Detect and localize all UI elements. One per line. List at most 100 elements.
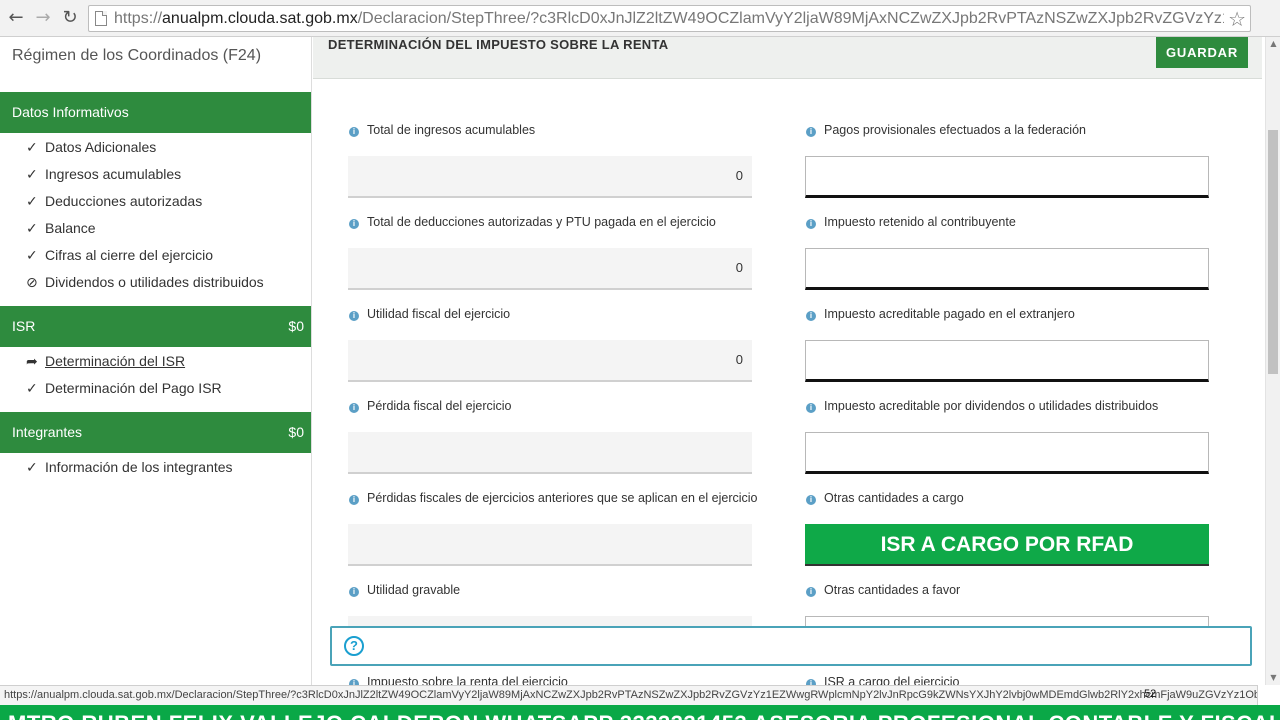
section-label: Datos Informativos <box>12 104 129 120</box>
bookmark-star-icon[interactable]: ☆ <box>1228 7 1246 31</box>
pagos-provisionales-input[interactable] <box>805 156 1209 198</box>
field-label-text: Pérdidas fiscales de ejercicios anterior… <box>367 491 758 505</box>
page-title: DETERMINACIÓN DEL IMPUESTO SOBRE LA RENT… <box>328 37 669 52</box>
field-label-text: Utilidad fiscal del ejercicio <box>367 307 511 321</box>
perdidas-anteriores-field <box>348 524 752 566</box>
impuesto-extranjero-input[interactable] <box>805 340 1209 382</box>
info-icon[interactable]: i <box>806 587 816 597</box>
info-icon[interactable]: i <box>349 495 359 505</box>
field-label: i Utilidad fiscal del ejercicio <box>349 307 510 321</box>
back-arrow-icon[interactable]: ← <box>6 8 26 28</box>
info-icon[interactable]: i <box>349 403 359 413</box>
sidebar-item-label: Balance <box>45 220 96 236</box>
field-label-text: Pérdida fiscal del ejercicio <box>367 399 512 413</box>
sidebar-item-determinacion-isr[interactable]: ➦ Determinación del ISR <box>26 351 185 371</box>
browser-toolbar: ← → ↻ https://anualpm.clouda.sat.gob.mx/… <box>0 0 1280 37</box>
reload-icon[interactable]: ↻ <box>60 8 80 28</box>
isr-a-cargo-banner: ISR A CARGO POR RFAD <box>805 524 1209 566</box>
share-arrow-icon: ➦ <box>26 354 38 370</box>
sidebar-item-determinacion-pago-isr[interactable]: ✓ Determinación del Pago ISR <box>26 378 222 398</box>
check-circle-icon: ✓ <box>26 167 38 183</box>
section-header: DETERMINACIÓN DEL IMPUESTO SOBRE LA RENT… <box>313 37 1262 79</box>
section-amount: $0 <box>288 318 304 334</box>
sidebar-title: Régimen de los Coordinados (F24) <box>12 47 262 64</box>
field-label-text: Otras cantidades a cargo <box>824 491 964 505</box>
field-label: i Impuesto retenido al contribuyente <box>806 215 1016 229</box>
scroll-thumb[interactable] <box>1268 130 1278 374</box>
perdida-fiscal-field <box>348 432 752 474</box>
sidebar-item-label: Información de los integrantes <box>45 459 233 475</box>
field-label-text: Impuesto acreditable pagado en el extran… <box>824 307 1075 321</box>
utilidad-fiscal-field: 0 <box>348 340 752 382</box>
url-prefix: https:// <box>114 10 163 27</box>
sidebar-section-datos-informativos[interactable]: Datos Informativos <box>0 92 311 133</box>
info-icon[interactable]: i <box>806 495 816 505</box>
sidebar-item-label: Determinación del ISR <box>45 353 186 369</box>
field-label-text: Total de deducciones autorizadas y PTU p… <box>367 215 716 229</box>
prohibited-icon: ⊘ <box>26 275 38 291</box>
impuesto-dividendos-input[interactable] <box>805 432 1209 474</box>
impuesto-retenido-input[interactable] <box>805 248 1209 290</box>
sidebar-item-deducciones-autorizadas[interactable]: ✓ Deducciones autorizadas <box>26 191 202 211</box>
sidebar-item-informacion-integrantes[interactable]: ✓ Información de los integrantes <box>26 457 233 477</box>
sidebar-item-label: Datos Adicionales <box>45 139 157 155</box>
info-icon[interactable]: i <box>349 311 359 321</box>
main-content: DETERMINACIÓN DEL IMPUESTO SOBRE LA RENT… <box>313 37 1265 685</box>
sidebar-item-ingresos-acumulables[interactable]: ✓ Ingresos acumulables <box>26 164 181 184</box>
url-host: anualpm.clouda.sat.gob.mx <box>162 10 358 27</box>
info-icon[interactable]: i <box>806 403 816 413</box>
check-circle-icon: ✓ <box>26 194 38 210</box>
info-icon[interactable]: i <box>349 587 359 597</box>
help-icon[interactable]: ? <box>344 636 364 656</box>
field-label-text: Impuesto acreditable por dividendos o ut… <box>824 399 1159 413</box>
field-label: i Pérdidas fiscales de ejercicios anterio… <box>349 491 758 505</box>
info-icon[interactable]: i <box>349 127 359 137</box>
address-bar[interactable]: https://anualpm.clouda.sat.gob.mx/Declar… <box>88 5 1251 32</box>
total-ingresos-field: 0 <box>348 156 752 198</box>
section-label: ISR <box>12 318 36 334</box>
total-deducciones-field: 0 <box>348 248 752 290</box>
section-amount: $0 <box>288 424 304 440</box>
field-label-text: Utilidad gravable <box>367 583 461 597</box>
sidebar-item-balance[interactable]: ✓ Balance <box>26 218 96 238</box>
sidebar: Régimen de los Coordinados (F24) Datos I… <box>0 37 312 685</box>
info-icon[interactable]: i <box>806 311 816 321</box>
check-circle-icon: ✓ <box>26 140 38 156</box>
sidebar-item-label: Dividendos o utilidades distribuidos <box>45 274 264 290</box>
info-icon[interactable]: i <box>806 219 816 229</box>
check-circle-icon: ✓ <box>26 460 38 476</box>
watermark-text: MTRO RUBEN FELIX VALLEJO CALDERON WHATSA… <box>8 711 1280 720</box>
field-label: i Pérdida fiscal del ejercicio <box>349 399 512 413</box>
url-path: /Declaracion/StepThree/?c3RlcD0xJnJlZ2lt… <box>357 10 1224 27</box>
scroll-up-icon[interactable]: ▲ <box>1266 37 1280 51</box>
sidebar-section-isr[interactable]: ISR $0 <box>0 306 311 347</box>
field-label: i Otras cantidades a cargo <box>806 491 964 505</box>
section-label: Integrantes <box>12 424 83 440</box>
forward-arrow-icon[interactable]: → <box>33 8 53 28</box>
field-label-text: Pagos provisionales efectuados a la fede… <box>824 123 1086 137</box>
page-icon <box>95 11 107 26</box>
field-label-text: Impuesto retenido al contribuyente <box>824 215 1016 229</box>
scroll-down-icon[interactable]: ▼ <box>1266 671 1280 685</box>
check-circle-icon: ✓ <box>26 381 38 397</box>
field-label: i Total de ingresos acumulables <box>349 123 535 137</box>
field-label-text: ISR a cargo del ejercicio <box>824 675 960 685</box>
field-label: i Total de deducciones autorizadas y PTU … <box>349 215 716 229</box>
info-icon[interactable]: i <box>349 219 359 229</box>
info-icon[interactable]: i <box>806 127 816 137</box>
page-scrollbar[interactable]: ▲ ▼ <box>1265 37 1280 685</box>
sidebar-item-cifras-cierre[interactable]: ✓ Cifras al cierre del ejercicio <box>26 245 213 265</box>
sidebar-section-integrantes[interactable]: Integrantes $0 <box>0 412 311 453</box>
url-text[interactable]: https://anualpm.clouda.sat.gob.mx/Declar… <box>114 10 1224 28</box>
sidebar-item-dividendos[interactable]: ⊘ Dividendos o utilidades distribuidos <box>26 272 264 292</box>
status-bar-url: https://anualpm.clouda.sat.gob.mx/Declar… <box>0 685 1258 705</box>
field-label-text: Total de ingresos acumulables <box>367 123 536 137</box>
sidebar-item-label: Determinación del Pago ISR <box>45 380 222 396</box>
check-circle-icon: ✓ <box>26 248 38 264</box>
sidebar-item-datos-adicionales[interactable]: ✓ Datos Adicionales <box>26 137 156 157</box>
save-button[interactable]: GUARDAR <box>1156 37 1248 68</box>
field-label: i Impuesto acreditable pagado en el extra… <box>806 307 1075 321</box>
field-label: i ISR a cargo del ejercicio <box>806 675 959 685</box>
field-label-text: Impuesto sobre la renta del ejercicio <box>367 675 568 685</box>
help-bar[interactable]: ? <box>330 626 1252 666</box>
